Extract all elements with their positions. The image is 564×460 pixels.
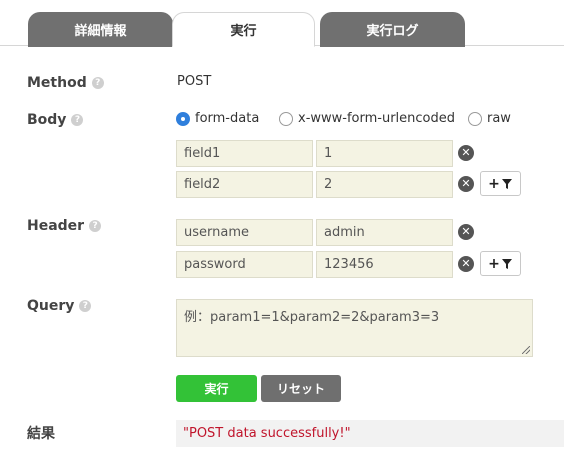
header-value-input[interactable]: admin [316,219,453,246]
run-button[interactable]: 実行 [176,375,257,402]
filter-icon [501,258,512,269]
radio-unselected-icon[interactable] [468,111,482,126]
remove-row-icon[interactable]: ✕ [458,256,474,272]
radio-selected-icon[interactable] [176,111,190,126]
filter-icon [501,178,512,189]
header-label-row: Header ? [27,218,102,234]
tab-details[interactable]: 詳細情報 [28,12,173,47]
help-icon[interactable]: ? [71,114,84,126]
resize-grip-icon[interactable] [522,346,530,354]
header-key-input[interactable]: username [176,219,313,246]
body-key-input[interactable]: field1 [176,140,313,167]
remove-row-icon[interactable]: ✕ [458,145,474,161]
remove-row-icon[interactable]: ✕ [458,176,474,192]
result-output: "POST data successfully!" [176,420,564,447]
add-row-button[interactable]: + [480,251,521,276]
body-value-input[interactable]: 2 [316,171,453,198]
query-textarea[interactable]: 例：param1=1&param2=2&param3=3 [176,299,533,357]
radio-label: form-data [195,111,260,126]
result-label: 結果 [27,426,55,442]
tab-execute[interactable]: 実行 [172,12,315,47]
help-icon[interactable]: ? [89,220,102,232]
reset-button[interactable]: リセット [261,375,341,402]
method-value: POST [177,74,212,89]
method-label-row: Method ? [27,75,104,91]
remove-row-icon[interactable]: ✕ [458,224,474,240]
radio-x-www-form-urlencoded[interactable]: x-www-form-urlencoded [279,111,455,126]
help-icon[interactable]: ? [91,77,104,89]
query-label-row: Query ? [27,298,92,314]
header-label: Header [27,218,85,234]
radio-unselected-icon[interactable] [279,111,293,126]
radio-form-data[interactable]: form-data [176,111,259,126]
add-row-button[interactable]: + [480,171,521,196]
plus-icon: + [488,175,500,192]
header-value-input[interactable]: 123456 [316,251,453,278]
tab-execution-log[interactable]: 実行ログ [320,12,465,47]
method-label: Method [27,75,87,91]
help-icon[interactable]: ? [79,300,92,312]
body-value-input[interactable]: 1 [316,140,453,167]
query-placeholder: 例：param1=1&param2=2&param3=3 [184,310,440,325]
query-label: Query [27,298,75,314]
body-label: Body [27,112,67,128]
body-key-input[interactable]: field2 [176,171,313,198]
header-key-input[interactable]: password [176,251,313,278]
plus-icon: + [488,255,500,272]
radio-label: raw [487,111,511,126]
radio-raw[interactable]: raw [468,111,511,126]
radio-label: x-www-form-urlencoded [298,111,456,126]
body-label-row: Body ? [27,112,84,128]
tab-bar: 詳細情報 実行 実行ログ [0,0,564,47]
